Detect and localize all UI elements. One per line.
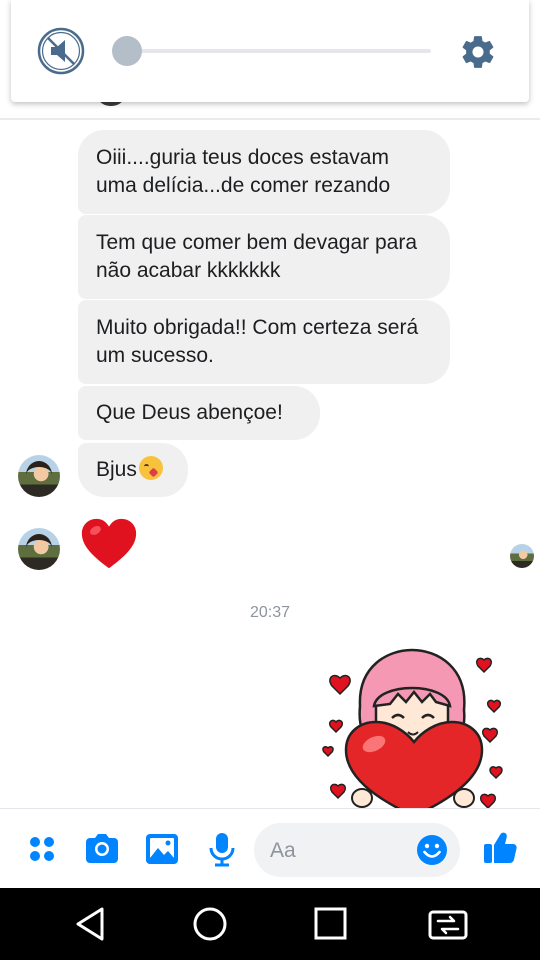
message-composer: Aa <box>0 808 540 888</box>
message-bubble[interactable]: Que Deus abençoe! <box>78 386 320 440</box>
camera-icon[interactable] <box>82 829 122 869</box>
message-bubble[interactable]: Oiii....guria teus doces estavam uma del… <box>78 130 450 214</box>
message-text: Muito obrigada!! Com certeza será um suc… <box>96 316 419 367</box>
seen-receipt-avatar <box>510 544 534 568</box>
gear-icon[interactable] <box>459 33 497 71</box>
seek-slider-track[interactable] <box>115 49 431 53</box>
recents-icon[interactable] <box>308 904 352 944</box>
emoji-icon[interactable] <box>416 834 448 866</box>
home-icon[interactable] <box>188 904 232 944</box>
message-bubble[interactable]: Muito obrigada!! Com certeza será um suc… <box>78 300 450 384</box>
message-text: Bjus <box>96 458 137 481</box>
sender-avatar[interactable] <box>18 455 60 497</box>
message-input-placeholder: Aa <box>270 839 296 862</box>
kissing-face-emoji-icon <box>138 456 163 480</box>
message-bubble[interactable]: Tem que comer bem devagar para não acaba… <box>78 215 450 299</box>
message-bubble[interactable]: Bjus <box>78 443 188 497</box>
message-input[interactable]: Aa <box>254 823 460 877</box>
message-timestamp: 20:37 <box>249 604 291 621</box>
audio-player <box>11 0 529 102</box>
microphone-icon[interactable] <box>202 829 242 869</box>
header-divider <box>0 118 540 120</box>
speaker-muted-icon[interactable] <box>37 27 85 75</box>
screen-switch-icon[interactable] <box>426 904 470 944</box>
heart-emoji-icon[interactable] <box>78 514 140 576</box>
message-text: Oiii....guria teus doces estavam uma del… <box>96 146 391 197</box>
seek-slider-handle[interactable] <box>112 36 142 66</box>
sender-avatar[interactable] <box>18 528 60 570</box>
chat-thread: Oiii....guria teus doces estavam uma del… <box>0 0 540 808</box>
menu-dots-icon[interactable] <box>22 829 62 869</box>
message-text: Que Deus abençoe! <box>96 401 283 424</box>
message-text: Tem que comer bem devagar para não acaba… <box>96 231 417 282</box>
thumbs-up-icon[interactable] <box>480 827 520 867</box>
gallery-icon[interactable] <box>142 829 182 869</box>
android-navigation-bar <box>0 888 540 960</box>
girl-holding-heart-sticker[interactable] <box>318 646 512 808</box>
back-icon[interactable] <box>68 904 112 944</box>
